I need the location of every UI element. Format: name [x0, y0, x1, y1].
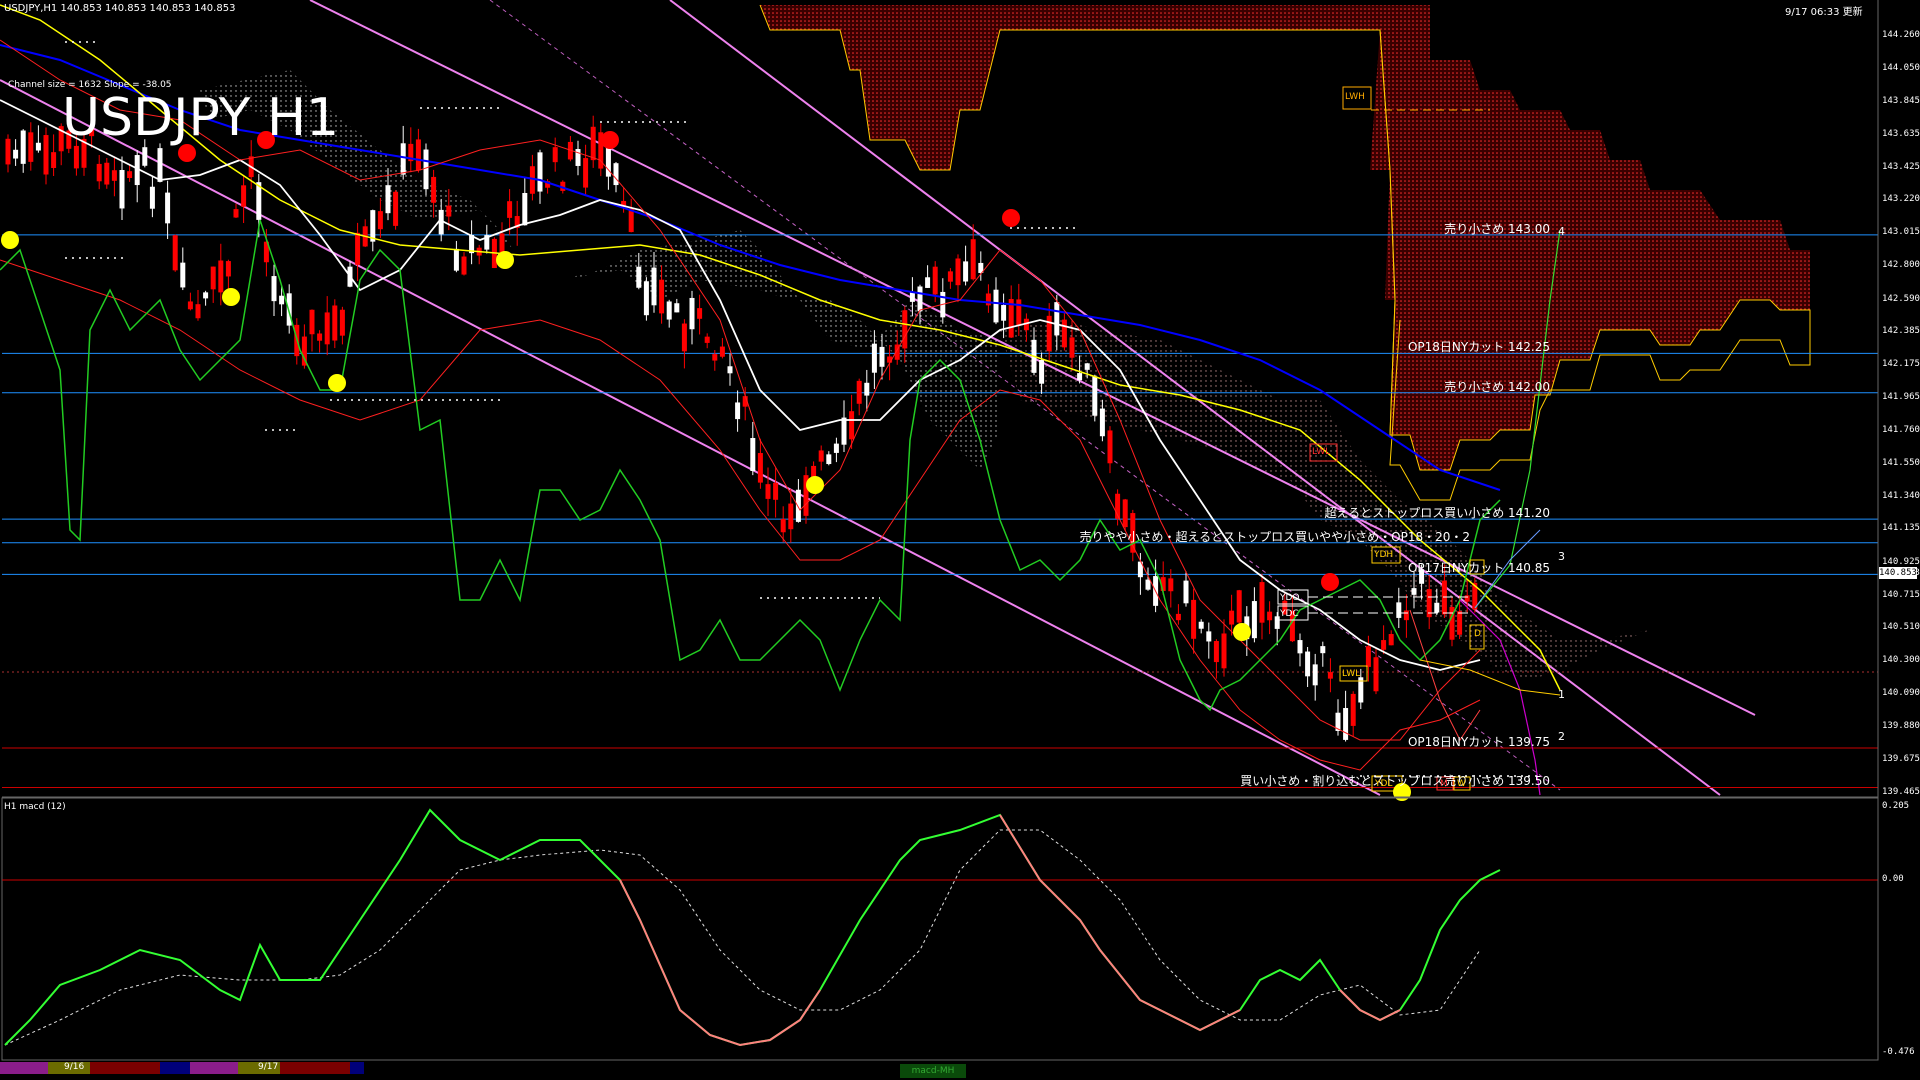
price-axis-label: 141.760 — [1882, 424, 1920, 435]
price-axis-label: 143.015 — [1882, 226, 1920, 237]
current-price-tag: 140.853 — [1879, 567, 1917, 579]
price-axis-label: 139.880 — [1882, 721, 1920, 732]
level-label: OP18日NYカット 142.25 — [1407, 340, 1550, 355]
date-label-0916: 9/16 — [64, 1062, 85, 1072]
marker-d: D — [1474, 629, 1481, 639]
price-axis-label: 140.925 — [1882, 556, 1920, 567]
price-chart[interactable] — [0, 0, 1920, 1080]
wave-label-1: 1 — [1558, 688, 1565, 701]
wave-label-3: 3 — [1558, 550, 1565, 563]
macd-main-line — [4, 808, 1501, 1047]
price-axis-label: 139.465 — [1882, 787, 1920, 797]
price-axis-label: 141.550 — [1882, 457, 1920, 468]
macd-panel-frame — [1, 797, 1879, 1061]
price-axis-label: 140.090 — [1882, 688, 1920, 699]
level-label: 超えるとストップロス買い小さめ 141.20 — [1324, 506, 1550, 521]
price-axis-label: 144.260 — [1882, 30, 1920, 40]
update-time: 9/17 06:33 更新 — [1785, 7, 1863, 18]
price-axis-label: 142.590 — [1882, 293, 1920, 304]
chart-title: USDJPY,H1 140.853 140.853 140.853 140.85… — [4, 3, 235, 14]
level-label: OP18日NYカット 139.75 — [1407, 735, 1550, 749]
price-axis-label: 140.510 — [1882, 622, 1920, 633]
marker-m: M — [1440, 779, 1448, 789]
price-axis-label: 139.675 — [1882, 753, 1920, 764]
wave-label-2: 2 — [1558, 730, 1565, 743]
macd-title: H1 macd (12) — [4, 802, 66, 812]
symbol-label: USDJPY,H1 — [4, 3, 58, 14]
date-label-0917: 9/17 — [258, 1062, 279, 1072]
price-axis-label: 141.965 — [1882, 392, 1920, 403]
level-label: 売り小さめ 143.00 — [1444, 221, 1550, 236]
time-scale[interactable]: 9/16 9/17 macd-MH — [0, 1062, 1920, 1080]
marker-ydo: YDO — [1280, 593, 1300, 603]
marker-ydc: YDC — [1280, 609, 1299, 619]
price-axis-label: 143.845 — [1882, 95, 1920, 106]
marker-ydl: YDL — [1375, 779, 1393, 789]
marker-ydh: YDH — [1374, 550, 1394, 560]
price-axis-label: 143.635 — [1882, 128, 1920, 139]
marker-lwl-top: LWL — [1312, 447, 1331, 457]
price-axis-label: 140.715 — [1882, 589, 1920, 600]
price-axis-label: 141.135 — [1882, 523, 1920, 534]
price-axis-label: 142.800 — [1882, 260, 1920, 271]
price-axis-label: 141.340 — [1882, 490, 1920, 501]
marker-w: W — [1457, 779, 1466, 789]
price-axis-label: 140.300 — [1882, 655, 1920, 666]
macd-axis-zero: 0.00 — [1882, 874, 1904, 884]
macd-axis-min: -0.476 — [1882, 1047, 1915, 1057]
indicator-tab[interactable]: macd-MH — [900, 1064, 966, 1078]
price-axis-label: 143.425 — [1882, 161, 1920, 172]
macd-signal-line — [4, 829, 1481, 1046]
price-axis-label: 142.175 — [1882, 359, 1920, 370]
level-label: OP17日NYカット 140.85 — [1407, 561, 1550, 576]
level-label: 売りやや小さめ・超えるとストップロス買いやや小さめ・OP18・20・2 — [1079, 529, 1471, 544]
marker-lwl: LWL — [1342, 669, 1361, 679]
mt4-chart-window: USDJPY,H1 140.853 140.853 140.853 140.85… — [0, 0, 1920, 1080]
price-axis-label: 143.220 — [1882, 194, 1920, 205]
watermark-symbol: USDJPY H1 — [62, 88, 340, 148]
macd-axis-max: 0.205 — [1882, 801, 1910, 811]
marker-lwh: LWH — [1345, 92, 1365, 102]
level-label: 買い小さめ・割り込むとストップロス売り小さめ 139.50 — [1240, 774, 1550, 789]
price-axis-label: 142.385 — [1882, 326, 1920, 336]
ohlc-values: 140.853 140.853 140.853 140.853 — [60, 3, 236, 14]
price-axis-label: 144.050 — [1882, 63, 1920, 74]
level-label: 売り小さめ 142.00 — [1444, 379, 1550, 394]
wave-label-4: 4 — [1558, 225, 1565, 238]
